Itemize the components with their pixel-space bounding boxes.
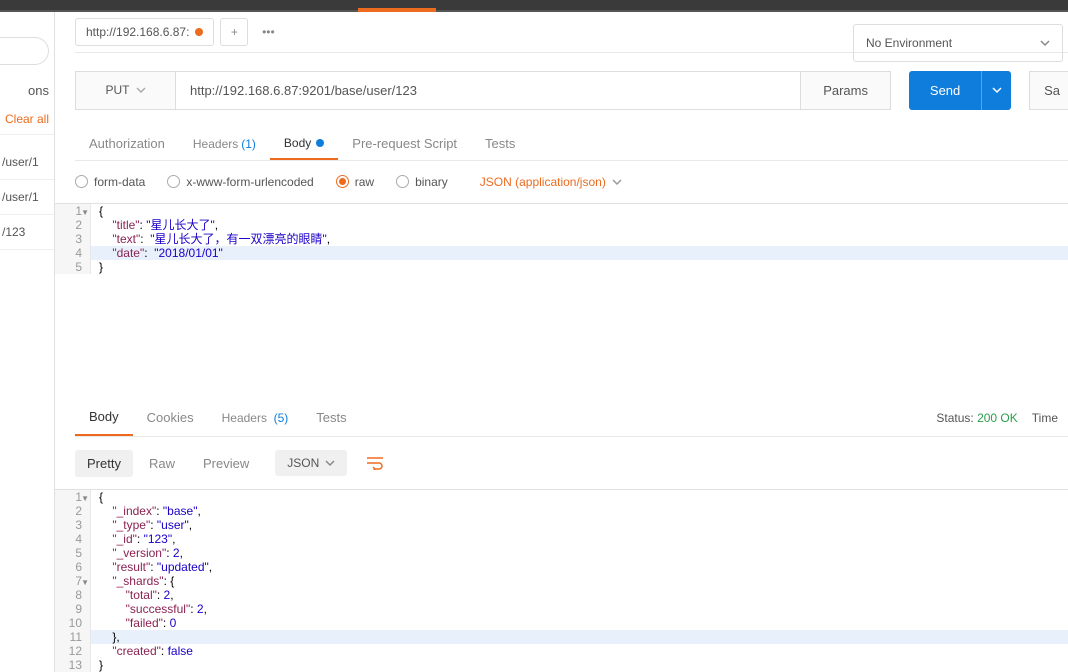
sidebar-search[interactable]	[0, 37, 49, 65]
request-tab[interactable]: http://192.168.6.87:	[75, 18, 214, 46]
tab-more-button[interactable]: •••	[254, 18, 282, 46]
response-section-tabs: Body Cookies Headers (5) Tests Status: 2…	[75, 399, 1068, 437]
history-item[interactable]: /user/1	[0, 180, 54, 215]
tab-pre-request[interactable]: Pre-request Script	[338, 128, 471, 160]
params-button[interactable]: Params	[801, 71, 891, 110]
resp-tab-cookies[interactable]: Cookies	[133, 400, 208, 435]
mode-raw[interactable]: Raw	[137, 450, 187, 477]
resp-tab-body[interactable]: Body	[75, 399, 133, 436]
request-body-editor[interactable]: 1▼{ 2 "title": "星儿长大了", 3 "text": "星儿长大了…	[55, 203, 1068, 387]
resp-tab-headers[interactable]: Headers (5)	[208, 400, 303, 435]
chevron-down-icon	[136, 85, 146, 95]
body-indicator-icon	[316, 139, 324, 147]
request-section-tabs: Authorization Headers (1) Body Pre-reque…	[75, 128, 1068, 161]
tab-headers[interactable]: Headers (1)	[179, 128, 270, 160]
mode-pretty[interactable]: Pretty	[75, 450, 133, 477]
resp-headers-count: (5)	[274, 411, 289, 425]
save-button[interactable]: Sa	[1029, 71, 1068, 110]
wrap-icon	[366, 456, 384, 470]
send-button[interactable]: Send	[909, 71, 981, 110]
response-status: Status: 200 OK Time	[936, 411, 1058, 425]
history-item[interactable]: /123	[0, 215, 54, 250]
request-tab-label: http://192.168.6.87:	[86, 25, 189, 39]
status-code: 200 OK	[977, 411, 1018, 425]
radio-binary[interactable]: binary	[396, 175, 448, 189]
response-view-modes: Pretty Raw Preview JSON	[55, 437, 1068, 489]
chevron-down-icon	[325, 458, 335, 468]
environment-label: No Environment	[866, 36, 952, 50]
url-input[interactable]	[175, 71, 801, 110]
send-dropdown-button[interactable]	[981, 71, 1011, 110]
request-builder: PUT Params Send Sa	[75, 71, 1068, 110]
tab-authorization[interactable]: Authorization	[75, 128, 179, 160]
method-selector[interactable]: PUT	[75, 71, 175, 110]
history-item[interactable]: /user/1	[0, 145, 54, 180]
radio-raw[interactable]: raw	[336, 175, 374, 189]
chevron-down-icon	[992, 85, 1002, 95]
chevron-down-icon	[612, 177, 622, 187]
headers-count: (1)	[241, 137, 256, 151]
new-tab-button[interactable]: +	[220, 18, 248, 46]
response-format-selector[interactable]: JSON	[275, 450, 347, 476]
title-bar	[0, 0, 1068, 12]
tab-body[interactable]: Body	[270, 128, 338, 160]
response-body-viewer[interactable]: 1▼{ 2 "_index": "base", 3 "_type": "user…	[55, 489, 1068, 672]
radio-urlencoded[interactable]: x-www-form-urlencoded	[167, 175, 313, 189]
sidebar: ons Clear all /user/1 /user/1 /123	[0, 12, 55, 672]
method-label: PUT	[106, 83, 130, 97]
resp-tab-tests[interactable]: Tests	[302, 400, 360, 435]
sidebar-section-label: ons	[0, 77, 49, 104]
mode-preview[interactable]: Preview	[191, 450, 261, 477]
content-type-selector[interactable]: JSON (application/json)	[480, 175, 622, 189]
radio-form-data[interactable]: form-data	[75, 175, 145, 189]
chevron-down-icon	[1040, 38, 1050, 48]
environment-selector[interactable]: No Environment	[853, 24, 1063, 62]
active-app-indicator	[358, 8, 436, 12]
tab-tests[interactable]: Tests	[471, 128, 529, 160]
clear-all-button[interactable]: Clear all	[0, 104, 54, 135]
unsaved-indicator-icon	[195, 28, 203, 36]
wrap-lines-button[interactable]	[359, 449, 391, 477]
body-type-options: form-data x-www-form-urlencoded raw bina…	[55, 161, 1068, 203]
